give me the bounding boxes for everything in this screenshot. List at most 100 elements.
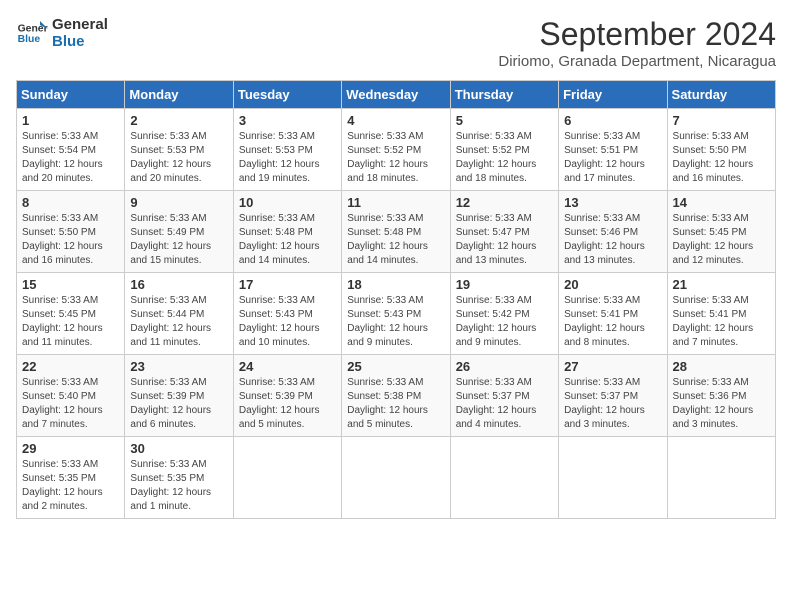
day-info: Sunrise: 5:33 AMSunset: 5:50 PMDaylight:… — [22, 212, 119, 268]
day-number: 14 — [673, 195, 770, 210]
day-info: Sunrise: 5:33 AMSunset: 5:49 PMDaylight:… — [130, 212, 227, 268]
calendar-cell: 17 Sunrise: 5:33 AMSunset: 5:43 PMDayligh… — [233, 273, 341, 355]
location: Diriomo, Granada Department, Nicaragua — [498, 53, 776, 70]
day-info: Sunrise: 5:33 AMSunset: 5:38 PMDaylight:… — [347, 376, 444, 432]
day-info: Sunrise: 5:33 AMSunset: 5:41 PMDaylight:… — [564, 294, 661, 350]
calendar-cell: 3 Sunrise: 5:33 AMSunset: 5:53 PMDaylight… — [233, 109, 341, 191]
day-number: 23 — [130, 359, 227, 374]
day-info: Sunrise: 5:33 AMSunset: 5:39 PMDaylight:… — [130, 376, 227, 432]
calendar-week-row: 1 Sunrise: 5:33 AMSunset: 5:54 PMDaylight… — [17, 109, 776, 191]
day-info: Sunrise: 5:33 AMSunset: 5:43 PMDaylight:… — [239, 294, 336, 350]
day-number: 24 — [239, 359, 336, 374]
day-info: Sunrise: 5:33 AMSunset: 5:53 PMDaylight:… — [130, 130, 227, 186]
day-info: Sunrise: 5:33 AMSunset: 5:43 PMDaylight:… — [347, 294, 444, 350]
day-info: Sunrise: 5:33 AMSunset: 5:42 PMDaylight:… — [456, 294, 553, 350]
weekday-header-tuesday: Tuesday — [233, 81, 341, 109]
day-number: 17 — [239, 277, 336, 292]
calendar-cell — [342, 437, 450, 519]
calendar-cell: 12Sunrise: 5:33 AMSunset: 5:47 PMDayligh… — [450, 191, 558, 273]
calendar-cell: 13 Sunrise: 5:33 AMSunset: 5:46 PMDayligh… — [559, 191, 667, 273]
calendar-cell: 30 Sunrise: 5:33 AMSunset: 5:35 PMDayligh… — [125, 437, 233, 519]
day-number: 20 — [564, 277, 661, 292]
calendar-cell: 8 Sunrise: 5:33 AMSunset: 5:50 PMDaylight… — [17, 191, 125, 273]
day-info: Sunrise: 5:33 AMSunset: 5:37 PMDaylight:… — [564, 376, 661, 432]
day-number: 8 — [22, 195, 119, 210]
day-number: 16 — [130, 277, 227, 292]
day-number: 21 — [673, 277, 770, 292]
calendar-header-row: SundayMondayTuesdayWednesdayThursdayFrid… — [17, 81, 776, 109]
calendar-cell: 1 Sunrise: 5:33 AMSunset: 5:54 PMDaylight… — [17, 109, 125, 191]
calendar-cell: 9 Sunrise: 5:33 AMSunset: 5:49 PMDaylight… — [125, 191, 233, 273]
day-number: 2 — [130, 113, 227, 128]
day-number: 30 — [130, 441, 227, 456]
day-number: 13 — [564, 195, 661, 210]
calendar-cell: 23 Sunrise: 5:33 AMSunset: 5:39 PMDayligh… — [125, 355, 233, 437]
weekday-header-wednesday: Wednesday — [342, 81, 450, 109]
calendar-cell: 27 Sunrise: 5:33 AMSunset: 5:37 PMDayligh… — [559, 355, 667, 437]
calendar-week-row: 22 Sunrise: 5:33 AMSunset: 5:40 PMDayligh… — [17, 355, 776, 437]
calendar-cell: 21Sunrise: 5:33 AMSunset: 5:41 PMDayligh… — [667, 273, 775, 355]
calendar-cell: 28 Sunrise: 5:33 AMSunset: 5:36 PMDayligh… — [667, 355, 775, 437]
day-info: Sunrise: 5:33 AMSunset: 5:50 PMDaylight:… — [673, 130, 770, 186]
calendar-cell — [233, 437, 341, 519]
calendar-cell: 2 Sunrise: 5:33 AMSunset: 5:53 PMDaylight… — [125, 109, 233, 191]
day-number: 3 — [239, 113, 336, 128]
day-number: 27 — [564, 359, 661, 374]
day-info: Sunrise: 5:33 AMSunset: 5:51 PMDaylight:… — [564, 130, 661, 186]
day-number: 18 — [347, 277, 444, 292]
day-info: Sunrise: 5:33 AMSunset: 5:36 PMDaylight:… — [673, 376, 770, 432]
weekday-header-sunday: Sunday — [17, 81, 125, 109]
day-number: 5 — [456, 113, 553, 128]
day-number: 1 — [22, 113, 119, 128]
calendar-cell: 15Sunrise: 5:33 AMSunset: 5:45 PMDayligh… — [17, 273, 125, 355]
weekday-header-monday: Monday — [125, 81, 233, 109]
day-number: 7 — [673, 113, 770, 128]
calendar-cell: 26 Sunrise: 5:33 AMSunset: 5:37 PMDayligh… — [450, 355, 558, 437]
day-info: Sunrise: 5:33 AMSunset: 5:53 PMDaylight:… — [239, 130, 336, 186]
calendar-table: SundayMondayTuesdayWednesdayThursdayFrid… — [16, 80, 776, 519]
weekday-header-thursday: Thursday — [450, 81, 558, 109]
day-info: Sunrise: 5:33 AMSunset: 5:45 PMDaylight:… — [22, 294, 119, 350]
day-number: 9 — [130, 195, 227, 210]
day-number: 12 — [456, 195, 553, 210]
logo: General Blue General Blue — [16, 16, 108, 50]
calendar-cell: 22 Sunrise: 5:33 AMSunset: 5:40 PMDayligh… — [17, 355, 125, 437]
calendar-cell: 19Sunrise: 5:33 AMSunset: 5:42 PMDayligh… — [450, 273, 558, 355]
calendar-cell: 29 Sunrise: 5:33 AMSunset: 5:35 PMDayligh… — [17, 437, 125, 519]
calendar-cell: 16Sunrise: 5:33 AMSunset: 5:44 PMDayligh… — [125, 273, 233, 355]
day-info: Sunrise: 5:33 AMSunset: 5:46 PMDaylight:… — [564, 212, 661, 268]
day-number: 29 — [22, 441, 119, 456]
day-info: Sunrise: 5:33 AMSunset: 5:52 PMDaylight:… — [456, 130, 553, 186]
day-info: Sunrise: 5:33 AMSunset: 5:35 PMDaylight:… — [130, 458, 227, 514]
svg-text:Blue: Blue — [18, 34, 41, 45]
calendar-cell: 25 Sunrise: 5:33 AMSunset: 5:38 PMDayligh… — [342, 355, 450, 437]
day-number: 22 — [22, 359, 119, 374]
title-section: September 2024 Diriomo, Granada Departme… — [498, 16, 776, 70]
calendar-cell — [559, 437, 667, 519]
day-info: Sunrise: 5:33 AMSunset: 5:35 PMDaylight:… — [22, 458, 119, 514]
day-number: 10 — [239, 195, 336, 210]
day-info: Sunrise: 5:33 AMSunset: 5:45 PMDaylight:… — [673, 212, 770, 268]
day-info: Sunrise: 5:33 AMSunset: 5:52 PMDaylight:… — [347, 130, 444, 186]
day-number: 11 — [347, 195, 444, 210]
calendar-cell: 5 Sunrise: 5:33 AMSunset: 5:52 PMDaylight… — [450, 109, 558, 191]
logo-icon: General Blue — [16, 17, 48, 49]
calendar-cell: 10Sunrise: 5:33 AMSunset: 5:48 PMDayligh… — [233, 191, 341, 273]
weekday-header-friday: Friday — [559, 81, 667, 109]
day-number: 6 — [564, 113, 661, 128]
month-year: September 2024 — [498, 16, 776, 53]
weekday-header-saturday: Saturday — [667, 81, 775, 109]
calendar-cell: 11Sunrise: 5:33 AMSunset: 5:48 PMDayligh… — [342, 191, 450, 273]
day-info: Sunrise: 5:33 AMSunset: 5:54 PMDaylight:… — [22, 130, 119, 186]
day-number: 26 — [456, 359, 553, 374]
day-number: 25 — [347, 359, 444, 374]
calendar-week-row: 8 Sunrise: 5:33 AMSunset: 5:50 PMDaylight… — [17, 191, 776, 273]
day-number: 28 — [673, 359, 770, 374]
day-info: Sunrise: 5:33 AMSunset: 5:39 PMDaylight:… — [239, 376, 336, 432]
calendar-cell — [450, 437, 558, 519]
calendar-cell: 14 Sunrise: 5:33 AMSunset: 5:45 PMDayligh… — [667, 191, 775, 273]
calendar-cell: 6 Sunrise: 5:33 AMSunset: 5:51 PMDaylight… — [559, 109, 667, 191]
day-info: Sunrise: 5:33 AMSunset: 5:37 PMDaylight:… — [456, 376, 553, 432]
day-info: Sunrise: 5:33 AMSunset: 5:40 PMDaylight:… — [22, 376, 119, 432]
calendar-cell: 24 Sunrise: 5:33 AMSunset: 5:39 PMDayligh… — [233, 355, 341, 437]
